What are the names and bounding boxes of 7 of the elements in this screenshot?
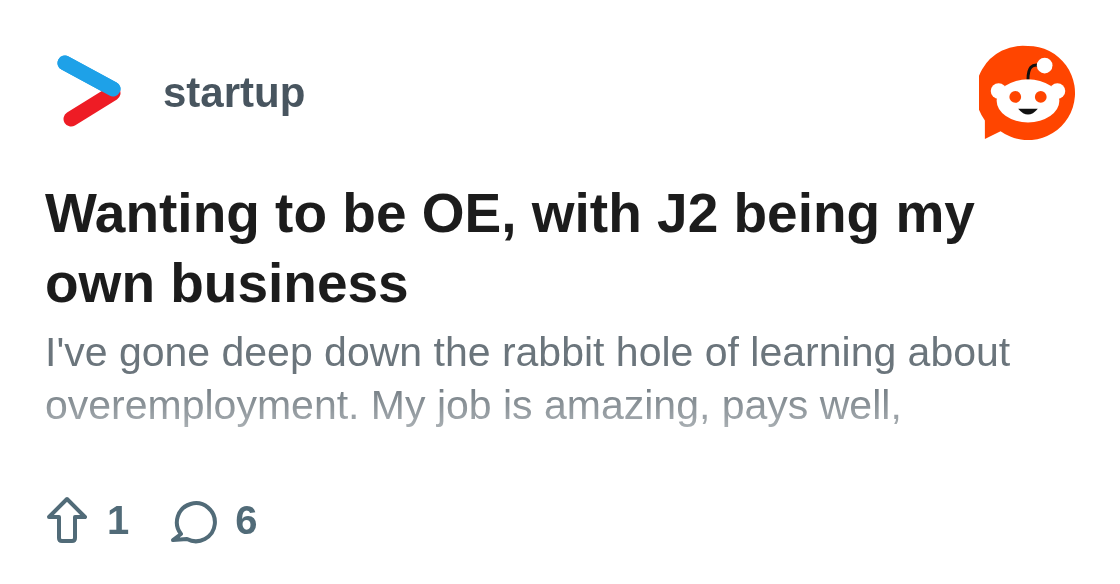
post-title[interactable]: Wanting to be OE, with J2 being my own business — [45, 178, 1045, 318]
mascot-logo-icon — [979, 44, 1077, 142]
upvote-count: 1 — [107, 497, 130, 543]
post-excerpt: I've gone deep down the rabbit hole of learning about overemployment. My job is amazing, pays well, — [45, 328, 1012, 430]
comment-count: 6 — [235, 497, 258, 543]
community-name[interactable]: startup — [163, 69, 306, 117]
upvote-arrow-icon[interactable] — [45, 496, 89, 544]
